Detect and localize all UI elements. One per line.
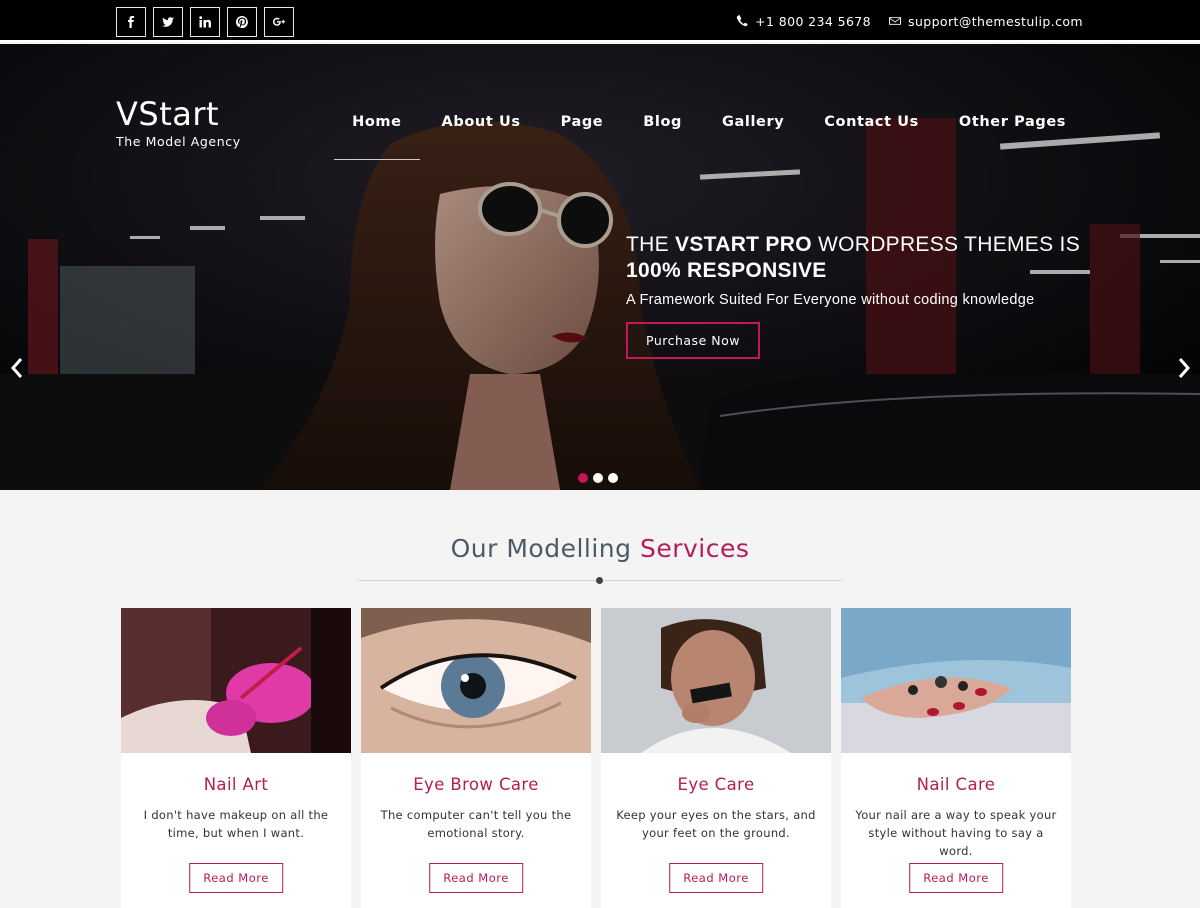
service-card-eye-brow-care: Eye Brow Care The computer can't tell yo… bbox=[361, 608, 591, 908]
read-more-button[interactable]: Read More bbox=[189, 863, 283, 893]
email-address[interactable]: support@themestulip.com bbox=[908, 14, 1083, 29]
chevron-right-icon bbox=[1178, 358, 1191, 378]
pinterest-link[interactable] bbox=[227, 7, 257, 37]
linkedin-icon bbox=[199, 16, 211, 28]
slider-next-button[interactable] bbox=[1176, 356, 1192, 380]
service-desc: Keep your eyes on the stars, and your fe… bbox=[616, 808, 816, 840]
service-image-eye-care[interactable] bbox=[601, 608, 831, 753]
service-card-eye-care: Eye Care Keep your eyes on the stars, an… bbox=[601, 608, 831, 908]
services-cards: Nail Art I don't have makeup on all the … bbox=[121, 608, 1071, 908]
mascara-photo bbox=[601, 608, 831, 753]
slider-dot-2[interactable] bbox=[593, 473, 603, 483]
slider-pagination bbox=[578, 473, 618, 483]
twitter-link[interactable] bbox=[153, 7, 183, 37]
service-image-nail-art[interactable] bbox=[121, 608, 351, 753]
linkedin-link[interactable] bbox=[190, 7, 220, 37]
chevron-left-icon bbox=[10, 358, 23, 378]
purchase-now-button[interactable]: Purchase Now bbox=[626, 322, 760, 359]
divider-dot bbox=[596, 577, 603, 584]
phone-info: +1 800 234 5678 bbox=[736, 14, 871, 29]
social-links bbox=[116, 7, 294, 37]
service-title: Eye Brow Care bbox=[413, 775, 539, 794]
service-card-nail-art: Nail Art I don't have makeup on all the … bbox=[121, 608, 351, 908]
service-desc: Your nail are a way to speak your style … bbox=[855, 808, 1057, 858]
twitter-icon bbox=[162, 17, 174, 27]
email-info: support@themestulip.com bbox=[889, 14, 1083, 29]
services-title: Our Modelling Services bbox=[0, 534, 1200, 563]
slide-caption: THE VSTART PRO WORDPRESS THEMES IS 100% … bbox=[626, 232, 1080, 359]
contact-info: +1 800 234 5678 support@themestulip.com bbox=[736, 0, 1083, 42]
service-card-nail-care: Nail Care Your nail are a way to speak y… bbox=[841, 608, 1071, 908]
google-plus-link[interactable] bbox=[264, 7, 294, 37]
facebook-link[interactable] bbox=[116, 7, 146, 37]
read-more-button[interactable]: Read More bbox=[909, 863, 1003, 893]
nav-item-other-pages[interactable]: Other Pages bbox=[939, 106, 1086, 160]
service-title: Eye Care bbox=[677, 775, 755, 794]
services-title-main: Our Modelling bbox=[450, 534, 640, 563]
envelope-icon bbox=[889, 17, 902, 25]
service-desc: I don't have makeup on all the time, but… bbox=[143, 808, 329, 840]
nav-item-contact-us[interactable]: Contact Us bbox=[804, 106, 939, 160]
site-tagline: The Model Agency bbox=[116, 134, 241, 149]
nav-item-gallery[interactable]: Gallery bbox=[702, 106, 804, 160]
nail-art-photo bbox=[121, 608, 351, 753]
slide-heading-bold: VSTART PRO bbox=[675, 233, 812, 256]
service-desc: The computer can't tell you the emotiona… bbox=[380, 808, 572, 840]
nav-item-blog[interactable]: Blog bbox=[623, 106, 702, 160]
slider-prev-button[interactable] bbox=[9, 356, 25, 380]
eye-closeup-photo bbox=[361, 608, 591, 753]
facebook-icon bbox=[128, 16, 134, 28]
service-title: Nail Art bbox=[203, 775, 269, 794]
slide-heading-line2: 100% RESPONSIVE bbox=[626, 259, 827, 282]
slide-heading-post: WORDPRESS THEMES IS bbox=[811, 233, 1080, 256]
rings-hand-photo bbox=[841, 608, 1071, 753]
nav-item-about-us[interactable]: About Us bbox=[422, 106, 541, 160]
services-title-accent: Services bbox=[639, 534, 750, 563]
phone-number[interactable]: +1 800 234 5678 bbox=[755, 14, 871, 29]
slide-subheading: A Framework Suited For Everyone without … bbox=[626, 292, 1035, 308]
main-nav: Home About Us Page Blog Gallery Contact … bbox=[332, 106, 1086, 160]
site-logo[interactable]: VStart bbox=[116, 96, 241, 132]
top-bar: +1 800 234 5678 support@themestulip.com bbox=[0, 0, 1200, 42]
slider-dot-3[interactable] bbox=[608, 473, 618, 483]
read-more-button[interactable]: Read More bbox=[429, 863, 523, 893]
service-image-eye-brow-care[interactable] bbox=[361, 608, 591, 753]
google-plus-icon bbox=[273, 17, 285, 26]
slide-heading-pre: THE bbox=[626, 233, 676, 256]
service-title: Nail Care bbox=[916, 775, 996, 794]
slide-heading: THE VSTART PRO WORDPRESS THEMES IS 100% … bbox=[626, 232, 1080, 284]
pinterest-icon bbox=[236, 16, 248, 28]
slider-dot-1[interactable] bbox=[578, 473, 588, 483]
hero-slider: VStart The Model Agency Home About Us Pa… bbox=[0, 44, 1200, 490]
nav-item-home[interactable]: Home bbox=[332, 106, 421, 160]
nav-item-page[interactable]: Page bbox=[541, 106, 624, 160]
service-image-nail-care[interactable] bbox=[841, 608, 1071, 753]
phone-icon bbox=[736, 15, 749, 27]
site-brand: VStart The Model Agency bbox=[116, 96, 241, 149]
read-more-button[interactable]: Read More bbox=[669, 863, 763, 893]
